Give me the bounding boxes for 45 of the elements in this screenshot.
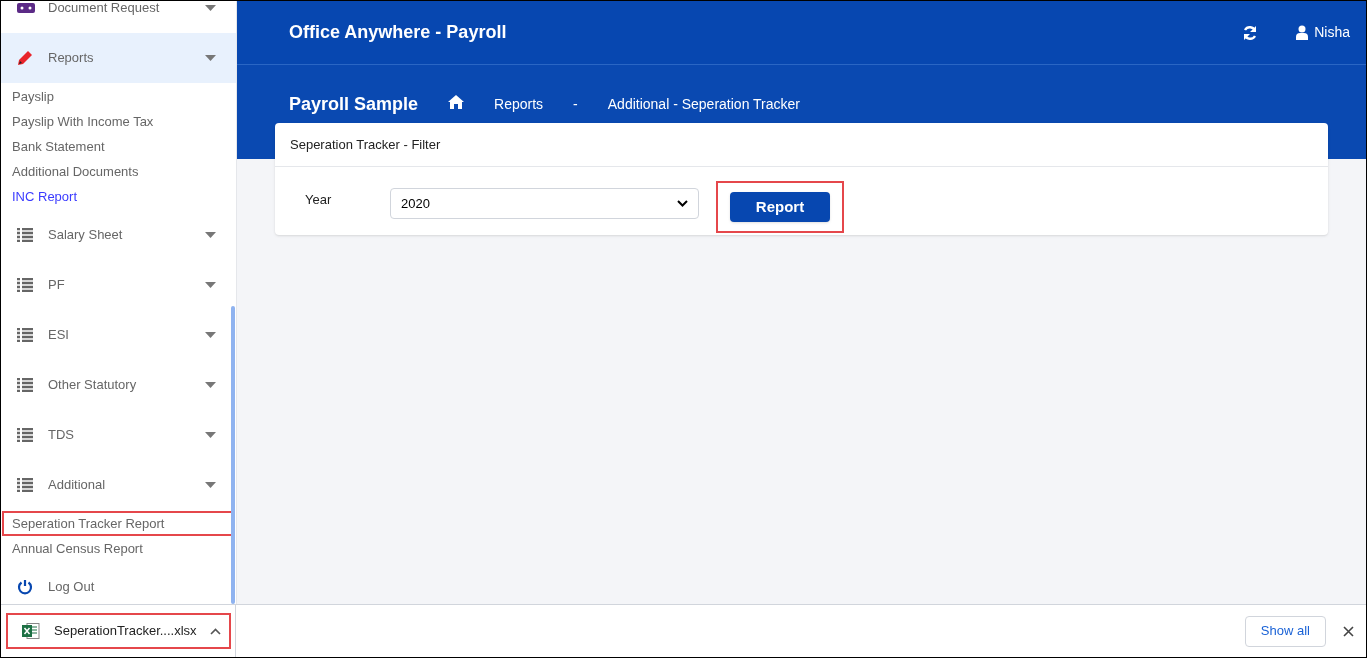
caret-down-icon [205, 382, 216, 388]
chevron-down-icon [677, 199, 688, 208]
file-name: SeperationTracker....xlsx [54, 622, 198, 641]
caret-down-icon [205, 232, 216, 238]
list-icon [17, 328, 33, 342]
caret-down-icon [205, 432, 216, 438]
list-icon [17, 278, 33, 292]
caret-down-icon [205, 482, 216, 488]
list-icon [17, 228, 33, 242]
submenu-link[interactable]: INC Report [2, 184, 235, 209]
scrollbar[interactable] [231, 306, 235, 604]
list-icon [17, 378, 33, 392]
list-icon [17, 478, 33, 492]
show-all-button[interactable]: Show all [1244, 615, 1326, 647]
submenu-link[interactable]: Payslip With Income Tax [2, 109, 235, 134]
submenu-link[interactable]: Additional Documents [2, 159, 235, 184]
close-icon[interactable] [1343, 625, 1354, 637]
pencil-icon [17, 50, 33, 66]
submenu-link[interactable]: Annual Census Report [2, 536, 235, 561]
app-title: Office Anywhere - Payroll [289, 21, 507, 44]
field-label: Year [305, 191, 333, 209]
year-select[interactable]: 2020 [390, 188, 699, 219]
user-icon [1296, 25, 1309, 40]
home-icon[interactable] [448, 95, 465, 109]
caret-down-icon [205, 282, 216, 288]
sidebar-item[interactable]: Reports [1, 33, 236, 83]
report-button[interactable]: Report [730, 192, 830, 222]
breadcrumb-item[interactable]: Additional - Seperation Tracker [607, 94, 800, 115]
spreadsheet-icon [22, 623, 40, 639]
power-icon [17, 579, 33, 595]
download-item[interactable]: SeperationTracker....xlsx [6, 613, 231, 649]
user-name[interactable]: Nisha [1314, 22, 1350, 43]
refresh-icon[interactable] [1242, 24, 1259, 41]
company-name: Payroll Sample [289, 93, 419, 116]
list-icon [17, 428, 33, 442]
caret-down-icon [205, 332, 216, 338]
caret-down-icon [205, 5, 216, 11]
submenu-link[interactable]: Payslip [2, 84, 235, 109]
breadcrumb-item[interactable]: Reports [494, 94, 544, 115]
ticket-icon [17, 3, 35, 13]
submenu-link[interactable]: Bank Statement [2, 134, 235, 159]
caret-down-icon [205, 55, 216, 61]
card-title: Seperation Tracker - Filter [275, 123, 1328, 167]
caret-up-icon[interactable] [210, 627, 221, 635]
breadcrumb-item[interactable]: - [573, 94, 578, 115]
